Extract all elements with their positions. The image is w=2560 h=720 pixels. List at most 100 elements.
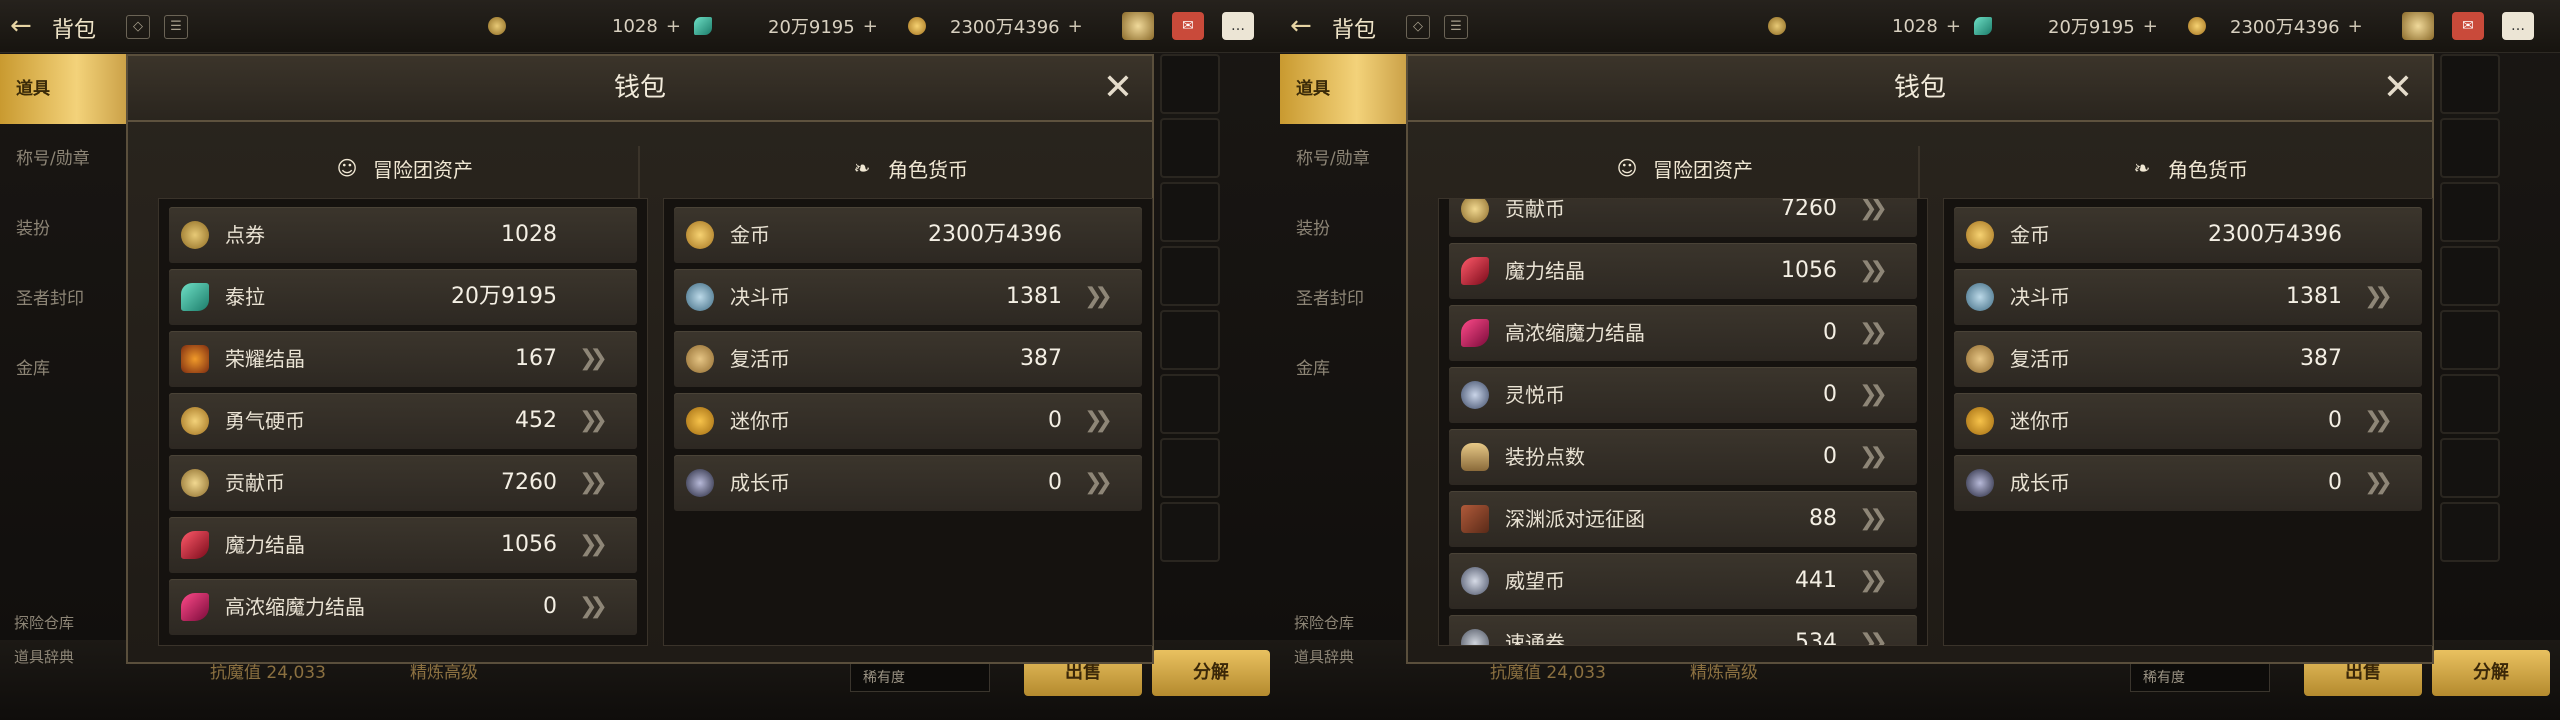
chevron-right-icon[interactable]: ❯❯ xyxy=(579,593,619,621)
chevron-right-icon[interactable]: ❯❯ xyxy=(1084,469,1124,497)
mail-icon[interactable]: ✉ xyxy=(1172,12,1204,40)
nav-item-avatar[interactable]: 装扮 xyxy=(0,194,128,264)
list-item[interactable]: 高浓缩魔力结晶 0 ❯❯ xyxy=(169,579,637,635)
coupon-plus-icon[interactable]: + xyxy=(1946,16,1961,37)
chevron-right-icon[interactable]: ❯❯ xyxy=(1859,505,1899,533)
list-item[interactable]: 决斗币 1381 ❯❯ xyxy=(674,269,1142,325)
shop-icon[interactable] xyxy=(2402,12,2434,40)
back-arrow-icon[interactable]: ← xyxy=(1290,13,1320,39)
list-item[interactable]: 金币 2300万4396 xyxy=(674,207,1142,263)
character-currency-list[interactable]: 金币 2300万4396 决斗币 1381 ❯❯ 复活币 387 迷你币 0 ❯❯ 成长币 0… xyxy=(663,198,1153,646)
list-item[interactable]: 泰拉 20万9195 xyxy=(169,269,637,325)
close-icon[interactable]: ✕ xyxy=(1100,70,1136,106)
bag-slot[interactable] xyxy=(1160,310,1220,370)
chat-icon[interactable]: … xyxy=(1222,12,1254,40)
adventure-assets-list[interactable]: 点券 1028 泰拉 20万9195 荣耀结晶 167 ❯❯ 勇气硬币 452 ❯❯ 贡献币… xyxy=(158,198,648,646)
nav-item-vault[interactable]: 金库 xyxy=(0,334,128,404)
adventure-assets-list[interactable]: 贡献币 7260 ❯❯ 魔力结晶 1056 ❯❯ 高浓缩魔力结晶 0 ❯❯ 灵悦币 0 ❯❯ 装… xyxy=(1438,198,1928,646)
nav-item-avatar[interactable]: 装扮 xyxy=(1280,194,1408,264)
chevron-right-icon[interactable]: ❯❯ xyxy=(1859,381,1899,409)
bag-slot[interactable] xyxy=(1160,502,1220,562)
bag-slot[interactable] xyxy=(1160,182,1220,242)
back-arrow-icon[interactable]: ← xyxy=(10,13,40,39)
chevron-right-icon[interactable]: ❯❯ xyxy=(1859,567,1899,595)
list-item[interactable]: 成长币 0 ❯❯ xyxy=(1954,455,2422,511)
nav-item-seal[interactable]: 圣者封印 xyxy=(0,264,128,334)
split-button[interactable]: 分解 xyxy=(1152,650,1270,696)
bag-slot[interactable] xyxy=(2440,310,2500,370)
chevron-right-icon[interactable]: ❯❯ xyxy=(579,531,619,559)
bag-slot[interactable] xyxy=(1160,54,1220,114)
chevron-right-icon[interactable]: ❯❯ xyxy=(2364,469,2404,497)
chevron-right-icon[interactable]: ❯❯ xyxy=(1084,407,1124,435)
list-item[interactable]: 金币 2300万4396 xyxy=(1954,207,2422,263)
chevron-right-icon[interactable]: ❯❯ xyxy=(1859,319,1899,347)
notebook-icon[interactable]: ☰ xyxy=(1444,15,1468,39)
explore-warehouse[interactable]: 探险仓库 xyxy=(14,612,74,633)
list-item[interactable]: 装扮点数 0 ❯❯ xyxy=(1449,429,1917,485)
list-item[interactable]: 迷你币 0 ❯❯ xyxy=(674,393,1142,449)
list-item[interactable]: 贡献币 7260 ❯❯ xyxy=(1449,199,1917,237)
list-item[interactable]: 威望币 441 ❯❯ xyxy=(1449,553,1917,609)
chevron-right-icon[interactable]: ❯❯ xyxy=(1859,629,1899,645)
split-button[interactable]: 分解 xyxy=(2432,650,2550,696)
chevron-right-icon[interactable]: ❯❯ xyxy=(579,469,619,497)
chevron-right-icon[interactable]: ❯❯ xyxy=(1859,257,1899,285)
character-currency-list[interactable]: 金币 2300万4396 决斗币 1381 ❯❯ 复活币 387 迷你币 0 ❯❯ 成长币 0… xyxy=(1943,198,2433,646)
close-icon[interactable]: ✕ xyxy=(2380,70,2416,106)
nav-item-titles[interactable]: 称号/勋章 xyxy=(0,124,128,194)
sort-dropdown[interactable]: 稀有度 xyxy=(850,662,990,692)
gold-plus-icon[interactable]: + xyxy=(1068,16,1083,37)
chevron-right-icon[interactable]: ❯❯ xyxy=(2364,283,2404,311)
list-item[interactable]: 荣耀结晶 167 ❯❯ xyxy=(169,331,637,387)
list-item[interactable]: 魔力结晶 1056 ❯❯ xyxy=(169,517,637,573)
nav-item-items[interactable]: 道具 xyxy=(1280,54,1408,124)
bag-slot[interactable] xyxy=(2440,438,2500,498)
list-item[interactable]: 速通券 534 ❯❯ xyxy=(1449,615,1917,645)
bag-slot[interactable] xyxy=(2440,182,2500,242)
list-item[interactable]: 深渊派对远征函 88 ❯❯ xyxy=(1449,491,1917,547)
chevron-right-icon[interactable]: ❯❯ xyxy=(1084,283,1124,311)
chevron-right-icon[interactable]: ❯❯ xyxy=(2364,407,2404,435)
bag-slot[interactable] xyxy=(1160,118,1220,178)
chevron-right-icon[interactable]: ❯❯ xyxy=(579,407,619,435)
chat-icon[interactable]: … xyxy=(2502,12,2534,40)
diamond-icon[interactable]: ◇ xyxy=(126,15,150,39)
list-item[interactable]: 成长币 0 ❯❯ xyxy=(674,455,1142,511)
nav-item-vault[interactable]: 金库 xyxy=(1280,334,1408,404)
coupon-plus-icon[interactable]: + xyxy=(666,16,681,37)
shop-icon[interactable] xyxy=(1122,12,1154,40)
item-dictionary[interactable]: 道具辞典 xyxy=(14,646,74,667)
list-item[interactable]: 贡献币 7260 ❯❯ xyxy=(169,455,637,511)
explore-warehouse[interactable]: 探险仓库 xyxy=(1294,612,1354,633)
list-item[interactable]: 勇气硬币 452 ❯❯ xyxy=(169,393,637,449)
bag-slot[interactable] xyxy=(2440,374,2500,434)
list-item[interactable]: 复活币 387 xyxy=(674,331,1142,387)
notebook-icon[interactable]: ☰ xyxy=(164,15,188,39)
list-item[interactable]: 复活币 387 xyxy=(1954,331,2422,387)
diamond-icon[interactable]: ◇ xyxy=(1406,15,1430,39)
item-dictionary[interactable]: 道具辞典 xyxy=(1294,646,1354,667)
nav-item-items[interactable]: 道具 xyxy=(0,54,128,124)
tera-plus-icon[interactable]: + xyxy=(2143,16,2158,37)
bag-slot[interactable] xyxy=(2440,246,2500,306)
nav-item-seal[interactable]: 圣者封印 xyxy=(1280,264,1408,334)
gold-plus-icon[interactable]: + xyxy=(2348,16,2363,37)
nav-item-titles[interactable]: 称号/勋章 xyxy=(1280,124,1408,194)
list-item[interactable]: 决斗币 1381 ❯❯ xyxy=(1954,269,2422,325)
sort-dropdown[interactable]: 稀有度 xyxy=(2130,662,2270,692)
bag-slot[interactable] xyxy=(2440,502,2500,562)
bag-slot[interactable] xyxy=(1160,438,1220,498)
list-item[interactable]: 迷你币 0 ❯❯ xyxy=(1954,393,2422,449)
bag-slot[interactable] xyxy=(2440,54,2500,114)
chevron-right-icon[interactable]: ❯❯ xyxy=(579,345,619,373)
chevron-right-icon[interactable]: ❯❯ xyxy=(1859,443,1899,471)
list-item[interactable]: 点券 1028 xyxy=(169,207,637,263)
bag-slot[interactable] xyxy=(2440,118,2500,178)
list-item[interactable]: 高浓缩魔力结晶 0 ❯❯ xyxy=(1449,305,1917,361)
chevron-right-icon[interactable]: ❯❯ xyxy=(1859,199,1899,223)
tera-plus-icon[interactable]: + xyxy=(863,16,878,37)
bag-slot[interactable] xyxy=(1160,374,1220,434)
list-item[interactable]: 魔力结晶 1056 ❯❯ xyxy=(1449,243,1917,299)
list-item[interactable]: 灵悦币 0 ❯❯ xyxy=(1449,367,1917,423)
